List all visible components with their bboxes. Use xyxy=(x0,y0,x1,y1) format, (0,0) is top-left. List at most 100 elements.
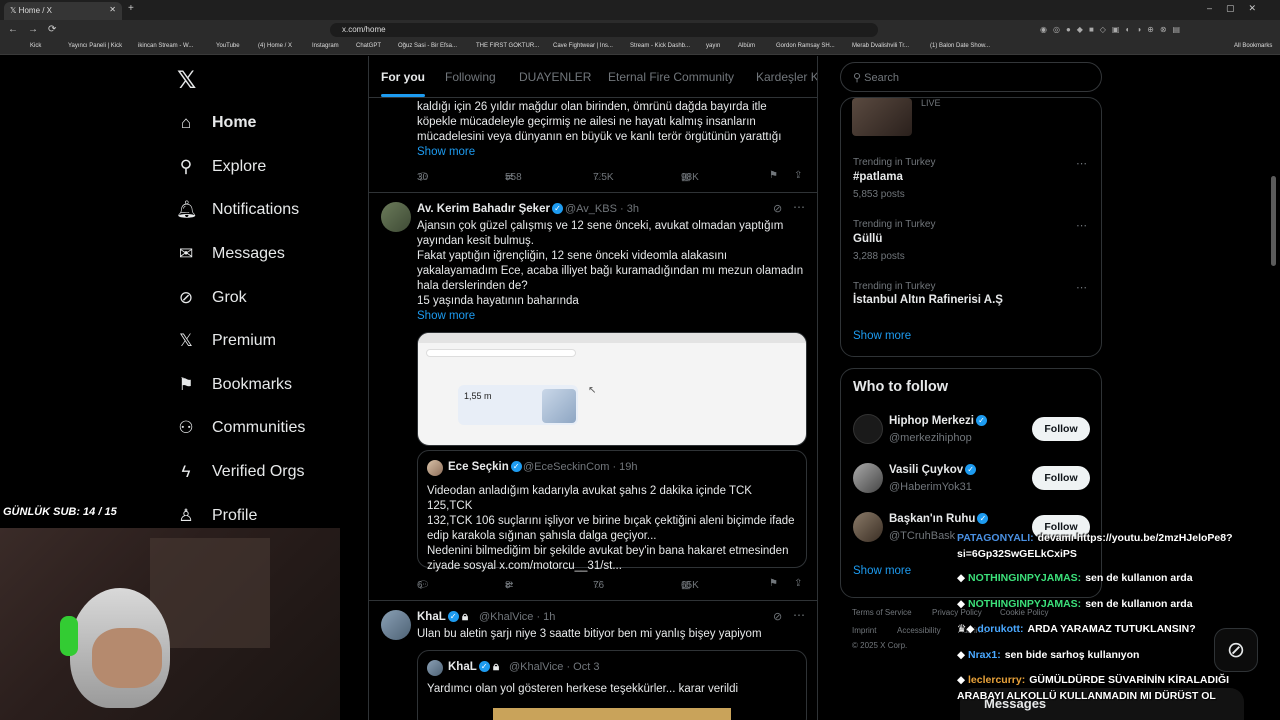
quote-text: Videodan anladığım kadarıyla avukat şahı… xyxy=(427,484,799,574)
more-icon[interactable]: ⋯ xyxy=(793,200,805,214)
follow-name[interactable]: Vasili Çuykov ✓ xyxy=(889,464,977,476)
tab-duayenler[interactable]: DUAYENLER xyxy=(519,70,591,84)
nav-verified-orgs[interactable]: ϟ Verified Orgs xyxy=(176,457,305,487)
bookmark[interactable]: Merab Dvalishvili Tr... xyxy=(852,43,909,49)
tweet-author[interactable]: Av. Kerim Bahadır Şeker ✓ xyxy=(417,203,563,215)
tab-for-you[interactable]: For you xyxy=(381,70,425,84)
more-icon[interactable]: ⋯ xyxy=(1076,219,1087,232)
nav-messages[interactable]: ✉ Messages xyxy=(176,239,285,269)
more-icon[interactable]: ⋯ xyxy=(1076,157,1087,170)
cursor-icon: ↖ xyxy=(588,385,597,396)
search-input[interactable]: Search xyxy=(864,72,899,84)
window-controls[interactable]: –▢✕ xyxy=(1207,3,1270,14)
bookmark[interactable]: Gordon Ramsay SH... xyxy=(776,43,835,49)
show-more-link[interactable]: Show more xyxy=(417,146,475,158)
bookmark[interactable]: THE FIRST GOKTUR... xyxy=(476,43,539,49)
bookmark[interactable]: (4) Home / X xyxy=(258,43,292,49)
bookmark[interactable]: (1) Balon Date Show... xyxy=(930,43,990,49)
webcam-overlay xyxy=(0,528,340,720)
bolt-icon: ϟ xyxy=(181,462,191,481)
quote-media xyxy=(493,708,731,720)
tab-kardesler[interactable]: Kardeşler K xyxy=(756,70,817,84)
badge-icon: ◆ xyxy=(957,674,968,686)
bookmark[interactable]: Instagram xyxy=(312,43,339,49)
bookmark[interactable]: Kick xyxy=(30,43,41,49)
bookmark[interactable]: All Bookmarks xyxy=(1234,43,1272,49)
media-photo xyxy=(542,389,576,423)
bookmark-button[interactable]: ⚑ xyxy=(769,578,778,589)
nav-buttons[interactable]: ←→⟳ xyxy=(8,24,66,35)
footer-link[interactable]: Terms of Service xyxy=(852,608,912,617)
nav-profile[interactable]: ♙ Profile xyxy=(176,501,257,531)
avatar[interactable] xyxy=(853,463,883,493)
show-more-follow[interactable]: Show more xyxy=(853,565,911,577)
follow-button[interactable]: Follow xyxy=(1032,417,1090,441)
user-name: Başkan'ın Ruhu xyxy=(889,513,976,525)
nav-premium[interactable]: 𝕏 Premium xyxy=(176,326,276,356)
nav-label: Explore xyxy=(212,158,267,175)
avatar[interactable] xyxy=(853,414,883,444)
trend-name[interactable]: #patlama xyxy=(853,171,903,183)
bookmark[interactable]: Albüm xyxy=(738,43,755,49)
media-browser-bar xyxy=(418,333,806,343)
bookmark[interactable]: ikincan Stream - W... xyxy=(138,43,193,49)
trend-name[interactable]: İstanbul Altın Rafinerisi A.Ş xyxy=(853,294,1003,306)
share-icon[interactable]: ⇪ xyxy=(794,578,802,589)
avatar[interactable] xyxy=(381,610,411,640)
bookmark[interactable]: Yayıncı Paneli | Kick xyxy=(68,43,122,49)
bookmark[interactable]: ChatGPT xyxy=(356,43,381,49)
tab-following[interactable]: Following xyxy=(445,70,496,84)
live-thumbnail[interactable] xyxy=(852,98,912,136)
follow-name[interactable]: Başkan'ın Ruhu ✓ xyxy=(889,513,989,525)
new-tab-button[interactable]: + xyxy=(128,3,134,14)
grok-float-button[interactable]: ⊘ xyxy=(1214,628,1258,672)
tweet-author[interactable]: KhaL ✓ 🔒︎ xyxy=(417,611,468,624)
close-tab-icon[interactable]: ✕ xyxy=(109,5,116,14)
follow-button[interactable]: Follow xyxy=(1032,466,1090,490)
nav-home[interactable]: ⌂ Home xyxy=(176,108,257,138)
bookmark[interactable]: yayın xyxy=(706,43,720,49)
nav-communities[interactable]: ⚇ Communities xyxy=(176,413,305,443)
divider xyxy=(369,192,817,193)
footer-link[interactable]: Accessibility xyxy=(897,626,941,635)
avatar[interactable] xyxy=(853,512,883,542)
bookmark[interactable]: YouTube xyxy=(216,43,240,49)
grok-icon[interactable]: ⊘ xyxy=(773,610,782,623)
timestamp: · 3h xyxy=(620,203,639,215)
bookmark[interactable]: Cave Fightwear | Ins... xyxy=(553,43,613,49)
bell-icon: 🔔︎ xyxy=(176,200,198,219)
badge-icon: ◆ xyxy=(957,649,968,661)
nav-bookmarks[interactable]: ⚑ Bookmarks xyxy=(176,370,292,400)
more-icon[interactable]: ⋯ xyxy=(1076,281,1087,294)
bookmark-button[interactable]: ⚑ xyxy=(769,170,778,181)
crown-icon: ♛◆ xyxy=(957,623,978,635)
search-box[interactable]: ⚲ Search xyxy=(840,62,1102,92)
tweet-line: 15 yaşında hayatının baharında xyxy=(417,295,579,307)
user-name: Hiphop Merkezi xyxy=(889,415,974,427)
bookmark[interactable]: Oğuz Sasi - Bir Efsa... xyxy=(398,43,457,49)
extension-icons[interactable]: ◉◎●◆■◇▣◐◑⊕⊗▤ xyxy=(1040,25,1186,34)
address-bar[interactable]: x.com/home xyxy=(330,23,878,37)
tweet-media[interactable]: 1,55 m ↖ xyxy=(417,332,807,446)
tweet-line: hala derslerinden de? xyxy=(417,280,528,292)
more-icon[interactable]: ⋯ xyxy=(793,608,805,622)
footer-link[interactable]: Imprint xyxy=(852,626,876,635)
show-more-trends[interactable]: Show more xyxy=(853,330,911,342)
grok-icon[interactable]: ⊘ xyxy=(773,202,782,215)
bookmark[interactable]: Stream - Kick Dashb... xyxy=(630,43,690,49)
nav-notifications[interactable]: 🔔︎ Notifications xyxy=(176,195,299,225)
share-icon[interactable]: ⇪ xyxy=(794,170,802,181)
avatar[interactable] xyxy=(381,202,411,232)
follow-name[interactable]: Hiphop Merkezi ✓ xyxy=(889,415,987,427)
scrollbar[interactable] xyxy=(1271,56,1277,720)
tab-eternal-fire[interactable]: Eternal Fire Community xyxy=(608,70,734,84)
show-more-link[interactable]: Show more xyxy=(417,310,475,322)
scroll-thumb[interactable] xyxy=(1271,176,1276,266)
nav-explore[interactable]: ⚲ Explore xyxy=(176,152,266,182)
browser-tab[interactable]: 𝕏 Home / X ✕ xyxy=(4,2,122,20)
bookmark-icon: ⚑ xyxy=(178,375,194,394)
x-logo-icon[interactable]: 𝕏 xyxy=(177,66,196,95)
nav-grok[interactable]: ⊘ Grok xyxy=(176,283,247,313)
chat-user: Nrax1: xyxy=(968,649,1001,661)
trend-name[interactable]: Güllü xyxy=(853,233,882,245)
